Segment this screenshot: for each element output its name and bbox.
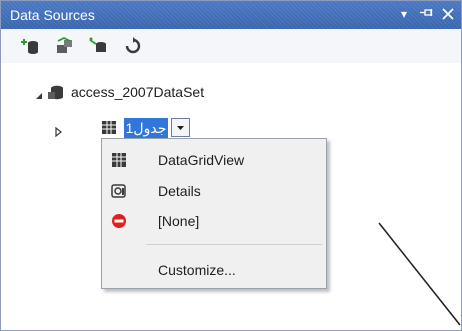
data-sources-panel: Data Sources ▾ access_2007DataSet جدول1 …: [0, 0, 462, 331]
annotation-line: [378, 222, 461, 326]
